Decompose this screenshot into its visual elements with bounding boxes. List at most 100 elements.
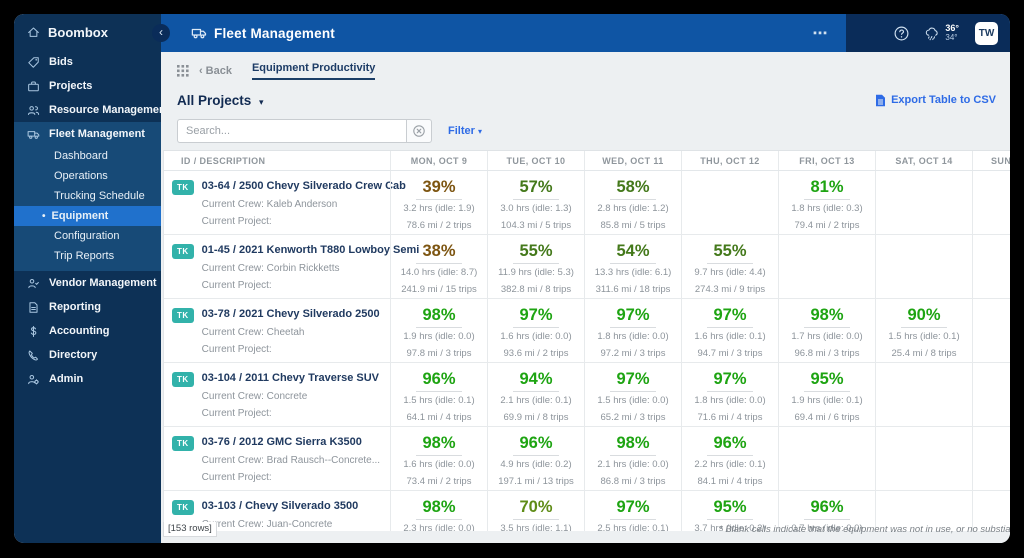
- divider: [416, 263, 462, 264]
- productivity-cell: [972, 235, 1010, 298]
- productivity-cell: [972, 299, 1010, 362]
- miles-trips: 69.4 mi / 6 trips: [779, 413, 875, 423]
- divider: [610, 263, 656, 264]
- miles-trips: 197.1 mi / 13 trips: [488, 477, 584, 487]
- sidebar-item-projects[interactable]: Projects: [14, 74, 161, 98]
- miles-trips: 93.6 mi / 2 trips: [488, 349, 584, 359]
- sidebar-item-accounting[interactable]: Accounting: [14, 319, 161, 343]
- report-icon: [27, 301, 40, 314]
- productivity-cell: 97% 1.8 hrs (idle: 0.0) 71.6 mi / 4 trip…: [681, 363, 778, 426]
- sidebar-item-fleet-management[interactable]: Fleet Management: [14, 122, 161, 146]
- brand-label: Boombox: [48, 25, 108, 40]
- export-csv-button[interactable]: Export Table to CSV: [875, 94, 996, 107]
- table-row[interactable]: TK 01-45 / 2021 Kenworth T880 Lowboy Sem…: [164, 235, 1010, 299]
- sidebar-item-bids[interactable]: Bids: [14, 50, 161, 74]
- divider: [610, 519, 656, 520]
- table-row[interactable]: TK 03-78 / 2021 Chevy Silverado 2500 Cur…: [164, 299, 1010, 363]
- table-row[interactable]: TK 03-76 / 2012 GMC Sierra K3500 Current…: [164, 427, 1010, 491]
- current-project: Current Project:: [202, 472, 380, 483]
- divider: [707, 391, 753, 392]
- weather-widget[interactable]: 36° 34°: [924, 24, 959, 42]
- search-input[interactable]: [177, 119, 406, 143]
- current-project: Current Project:: [202, 344, 380, 355]
- back-button[interactable]: ‹ Back: [199, 65, 232, 77]
- divider: [416, 391, 462, 392]
- equipment-title: 03-78 / 2021 Chevy Silverado 2500: [202, 308, 380, 320]
- hours-idle: 14.0 hrs (idle: 8.7): [391, 268, 487, 278]
- dollar-icon: [27, 325, 40, 338]
- productivity-cell: [972, 427, 1010, 490]
- table-row[interactable]: TK 03-64 / 2500 Chevy Silverado Crew Cab…: [164, 171, 1010, 235]
- project-scope-dropdown[interactable]: All Projects ▾: [177, 93, 264, 108]
- user-avatar[interactable]: TW: [975, 22, 998, 45]
- current-crew: Current Crew: Corbin Rickketts: [202, 263, 420, 274]
- sidebar-subitem-trucking-schedule[interactable]: Trucking Schedule: [14, 186, 161, 206]
- miles-trips: 382.8 mi / 8 trips: [488, 285, 584, 295]
- productivity-percent: 57%: [488, 178, 584, 197]
- sidebar-item-directory[interactable]: Directory: [14, 343, 161, 367]
- divider: [804, 519, 850, 520]
- column-header-day: TUE, OCT 10: [487, 151, 584, 170]
- divider: [416, 455, 462, 456]
- sidebar-item-admin[interactable]: Admin: [14, 367, 161, 391]
- notifications-bell-icon[interactable]: [862, 25, 879, 42]
- hours-idle: 2.1 hrs (idle: 0.1): [488, 396, 584, 406]
- equipment-type-badge: TK: [172, 180, 194, 195]
- productivity-cell: 38% 14.0 hrs (idle: 8.7) 241.9 mi / 15 t…: [390, 235, 487, 298]
- tab-equipment-productivity[interactable]: Equipment Productivity: [252, 62, 375, 80]
- divider: [610, 199, 656, 200]
- clear-search-button[interactable]: [406, 119, 432, 143]
- productivity-percent: 96%: [391, 370, 487, 389]
- active-bullet-icon: •: [42, 211, 46, 222]
- productivity-cell: 90% 1.5 hrs (idle: 0.1) 25.4 mi / 8 trip…: [875, 299, 972, 362]
- hours-idle: 1.8 hrs (idle: 0.0): [585, 332, 681, 342]
- apps-grid-icon[interactable]: [177, 65, 189, 77]
- column-header-day: MON, OCT 9: [390, 151, 487, 170]
- clear-circle-icon: [413, 125, 425, 137]
- productivity-cell: 96% 1.5 hrs (idle: 0.1) 64.1 mi / 4 trip…: [390, 363, 487, 426]
- divider: [707, 263, 753, 264]
- current-crew: Current Crew: Kaleb Anderson: [202, 199, 406, 210]
- sidebar-nav-bottom: Vendor ManagementReportingAccountingDire…: [14, 271, 161, 391]
- sidebar-subitem-configuration[interactable]: Configuration: [14, 226, 161, 246]
- sidebar-item-resource-management[interactable]: Resource Management: [14, 98, 161, 122]
- help-icon[interactable]: [893, 25, 910, 42]
- productivity-percent: 54%: [585, 242, 681, 261]
- more-options-button[interactable]: ⋯: [794, 24, 846, 42]
- sidebar-subitem-trip-reports[interactable]: Trip Reports: [14, 246, 161, 266]
- productivity-cell: 94% 2.1 hrs (idle: 0.1) 69.9 mi / 8 trip…: [487, 363, 584, 426]
- truck-icon: [191, 25, 207, 41]
- current-crew: Current Crew: Concrete: [202, 391, 379, 402]
- productivity-percent: 98%: [585, 434, 681, 453]
- productivity-cell: [681, 171, 778, 234]
- team-icon: [27, 104, 40, 117]
- sidebar-subitem-dashboard[interactable]: Dashboard: [14, 146, 161, 166]
- productivity-table: ID / DESCRIPTION MON, OCT 9TUE, OCT 10WE…: [163, 150, 1010, 531]
- sidebar-collapse-button[interactable]: ‹: [152, 24, 170, 42]
- productivity-cell: 58% 2.8 hrs (idle: 1.2) 85.8 mi / 5 trip…: [584, 171, 681, 234]
- equipment-type-badge: TK: [172, 372, 194, 387]
- current-project: Current Project:: [202, 408, 379, 419]
- hours-idle: 3.2 hrs (idle: 1.9): [391, 204, 487, 214]
- column-header-day: SAT, OCT 14: [875, 151, 972, 170]
- table-footer: [153 rows] * Blank cells indicate that t…: [163, 522, 1010, 536]
- sidebar-item-vendor-management[interactable]: Vendor Management: [14, 271, 161, 295]
- table-body: TK 03-64 / 2500 Chevy Silverado Crew Cab…: [164, 171, 1010, 531]
- sidebar-nav-top: BidsProjectsResource Management: [14, 50, 161, 122]
- miles-trips: 69.9 mi / 8 trips: [488, 413, 584, 423]
- page-title: Fleet Management: [214, 26, 335, 41]
- miles-trips: 97.2 mi / 3 trips: [585, 349, 681, 359]
- sidebar-brand[interactable]: Boombox: [14, 14, 161, 50]
- chevron-down-icon: ▾: [259, 97, 264, 107]
- filter-button[interactable]: Filter ▾: [448, 125, 482, 137]
- phone-icon: [27, 349, 40, 362]
- productivity-percent: 58%: [585, 178, 681, 197]
- miles-trips: 274.3 mi / 9 trips: [682, 285, 778, 295]
- home-icon: [27, 26, 40, 39]
- sidebar-item-reporting[interactable]: Reporting: [14, 295, 161, 319]
- table-row[interactable]: TK 03-104 / 2011 Chevy Traverse SUV Curr…: [164, 363, 1010, 427]
- equipment-id-cell: TK 03-76 / 2012 GMC Sierra K3500 Current…: [164, 427, 390, 490]
- sidebar-subitem-operations[interactable]: Operations: [14, 166, 161, 186]
- hours-idle: 4.9 hrs (idle: 0.2): [488, 460, 584, 470]
- sidebar-subitem-equipment[interactable]: •Equipment: [14, 206, 161, 226]
